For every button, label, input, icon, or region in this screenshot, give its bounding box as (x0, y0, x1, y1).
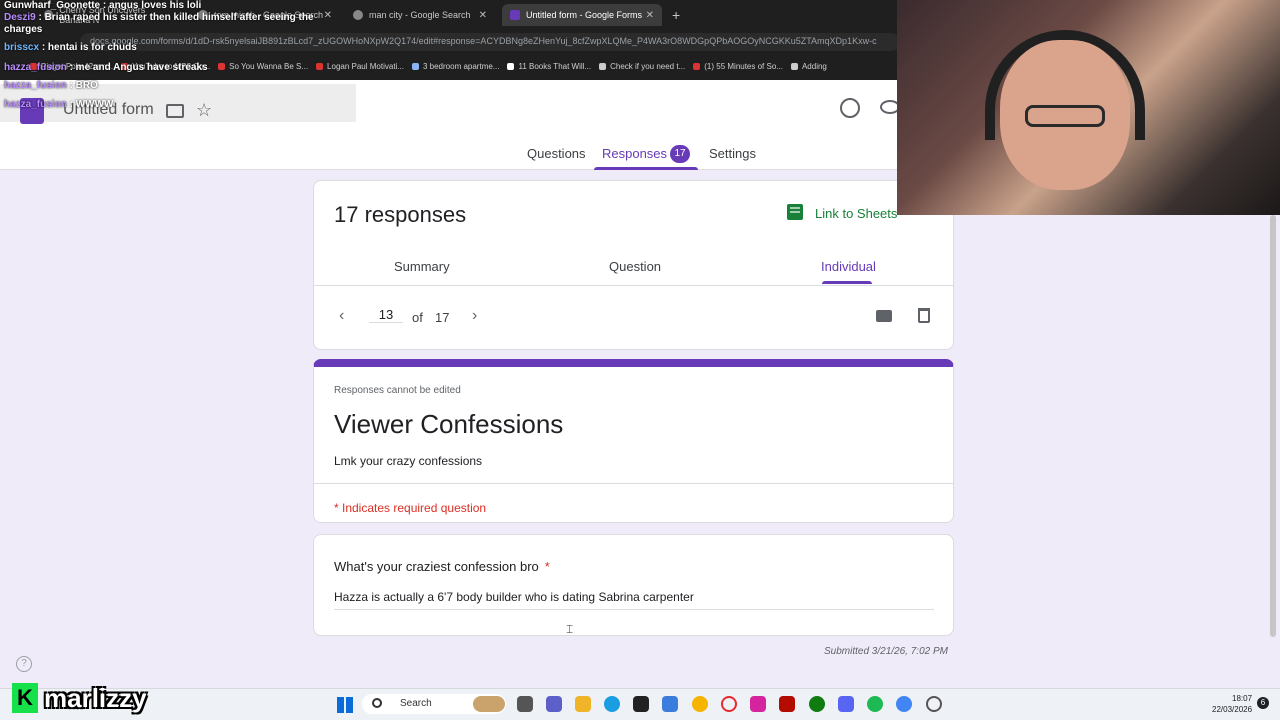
stream-chat-overlay: Gunwharf_Goonette : angus loves his loli… (0, 0, 360, 111)
previous-response-button[interactable]: ‹ (339, 307, 344, 325)
opera-icon[interactable] (721, 696, 737, 712)
subtab-summary[interactable]: Summary (394, 259, 450, 274)
chat-message: Gunwharf_Goonette : angus loves his loli (4, 0, 202, 11)
tab-questions[interactable]: Questions (527, 146, 586, 161)
subtab-question[interactable]: Question (609, 259, 661, 274)
delete-icon[interactable] (918, 308, 930, 323)
bookmark[interactable]: Check if you need t... (599, 58, 685, 74)
chat-message: Deszi9 : Brian raped his sister then kil… (4, 12, 314, 35)
cannot-edit-notice: Responses cannot be edited (334, 385, 461, 396)
required-question-note: * Indicates required question (334, 501, 487, 515)
chat-message: hazza_fusion : WWWW (4, 99, 114, 110)
clock[interactable]: 18:07 22/03/2026 (1212, 693, 1252, 715)
response-number-input[interactable] (369, 307, 403, 323)
divider (314, 483, 953, 484)
required-star: * (544, 559, 550, 574)
chat-message: brisscx : hentai is for chuds (4, 42, 137, 53)
new-tab-icon[interactable]: + (664, 4, 688, 26)
bookmark[interactable]: 11 Books That Will... (507, 58, 591, 74)
task-view-icon[interactable] (517, 696, 533, 712)
bookmark-icon (599, 62, 607, 70)
store-icon[interactable] (662, 696, 678, 712)
browser-tab-active[interactable]: Untitled form - Google Forms ✕ (502, 4, 662, 26)
spotify-icon[interactable] (867, 696, 883, 712)
bookmark[interactable]: (1) 55 Minutes of So... (693, 58, 783, 74)
youtube-icon (693, 62, 701, 70)
submitted-timestamp: Submitted 3/21/26, 7:02 PM (824, 646, 948, 657)
file-explorer-icon[interactable] (575, 696, 591, 712)
mouse-cursor-icon: ⌶ (566, 622, 574, 636)
streamer-name: marlizzy (44, 683, 147, 713)
answer-text: Hazza is actually a 6'7 body builder who… (334, 590, 934, 610)
chat-message: hazza_fusion : BRO (4, 80, 98, 91)
bookmark[interactable]: 3 bedroom apartme... (411, 58, 499, 74)
pager-of-label: of (412, 310, 423, 325)
kick-logo: K (12, 683, 38, 713)
tab-responses[interactable]: Responses (602, 146, 667, 161)
teams-icon[interactable] (546, 696, 562, 712)
active-tab-indicator (594, 167, 698, 170)
scrollbar[interactable] (1270, 215, 1276, 637)
tab-settings[interactable]: Settings (709, 146, 756, 161)
next-response-button[interactable]: › (472, 307, 477, 325)
question-title: What's your craziest confession bro * (334, 559, 550, 574)
search-icon (372, 698, 382, 708)
edge-icon[interactable] (604, 696, 620, 712)
browser-tab[interactable]: man city - Google Search ✕ (345, 4, 495, 26)
subtab-individual[interactable]: Individual (821, 259, 876, 274)
forms-icon (510, 10, 520, 20)
chat-message: hazza_fusion : me and Angus have streaks (4, 62, 208, 73)
palette-icon[interactable] (840, 98, 860, 118)
bookmark-icon (790, 62, 798, 70)
sheets-icon[interactable] (787, 204, 803, 220)
instagram-icon[interactable] (750, 696, 766, 712)
settings-gear-icon[interactable] (926, 696, 942, 712)
chrome-icon[interactable] (896, 696, 912, 712)
close-icon[interactable]: ✕ (479, 10, 487, 21)
terminal-icon[interactable] (633, 696, 649, 712)
acrobat-icon[interactable] (779, 696, 795, 712)
discord-icon[interactable] (838, 696, 854, 712)
close-icon[interactable]: ✕ (646, 10, 654, 21)
help-icon[interactable]: ? (16, 656, 32, 672)
notification-badge[interactable]: 6 (1257, 697, 1269, 709)
bookmark[interactable]: Adding (790, 58, 827, 74)
divider (314, 285, 953, 286)
xbox-icon[interactable] (809, 696, 825, 712)
bookmark-icon (411, 62, 419, 70)
form-description: Lmk your crazy confessions (334, 454, 483, 468)
webcam-glasses (1025, 105, 1105, 127)
link-to-sheets-button[interactable]: Link to Sheets (815, 206, 897, 221)
print-icon[interactable] (876, 310, 892, 322)
question-card: What's your craziest confession bro * Haz… (313, 534, 954, 636)
form-header-card: Responses cannot be edited Viewer Confes… (313, 359, 954, 523)
responses-count-badge: 17 (670, 145, 690, 163)
form-heading: Viewer Confessions (334, 409, 564, 439)
active-subtab-indicator (822, 281, 872, 284)
search-highlight-icon[interactable] (473, 696, 505, 712)
pager-total: 17 (435, 310, 450, 325)
responses-summary-card: 17 responses Link to Sheets Summary Ques… (313, 180, 954, 350)
app-icon[interactable] (692, 696, 708, 712)
responses-heading: 17 responses (334, 202, 467, 227)
windows-start-icon[interactable] (337, 697, 353, 713)
bookmark-icon (507, 62, 515, 70)
